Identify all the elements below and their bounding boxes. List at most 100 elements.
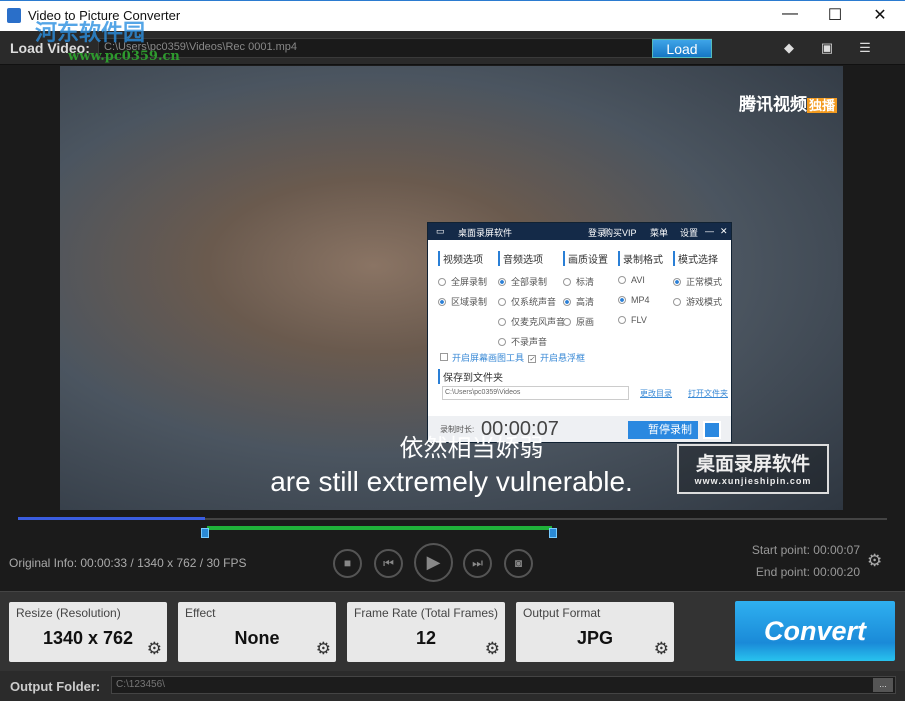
close-button[interactable]: ✕ [860, 5, 900, 27]
recorder-title: 桌面录屏软件 [458, 226, 512, 239]
register-icon[interactable]: ☰ [857, 40, 873, 56]
original-info: Original Info: 00:00:33 / 1340 x 762 / 3… [9, 556, 247, 570]
start-point: Start point: 00:00:07 [752, 543, 860, 557]
card-label: Resize (Resolution) [16, 606, 121, 620]
card-label: Frame Rate (Total Frames) [354, 606, 498, 620]
output-folder-input[interactable]: C:\123456\ [111, 676, 896, 694]
minimize-icon[interactable]: — [705, 226, 714, 236]
save-path-input[interactable]: C:\Users\pc0359\Videos [442, 386, 629, 400]
radio-option[interactable]: 高清 [563, 295, 608, 315]
option-label: 游戏模式 [686, 297, 722, 307]
recorder-column: 录制格式AVIMP4FLV [618, 251, 663, 335]
option-label: 区域录制 [451, 297, 487, 307]
selection-range [207, 526, 552, 530]
radio-option[interactable]: AVI [618, 275, 663, 295]
radio-icon [563, 278, 571, 286]
option-label: 原画 [576, 317, 594, 327]
recorder-column: 视频选项全屏录制区域录制 [438, 251, 487, 315]
browse-button[interactable]: ... [873, 678, 893, 692]
radio-icon [618, 316, 626, 324]
open-dir-link[interactable]: 打开文件夹 [688, 388, 728, 399]
next-button[interactable]: ⏭ [463, 549, 492, 578]
range-settings-gear-icon[interactable]: ⚙ [867, 551, 882, 571]
recorder-column: 音频选项全部录制仅系统声音仅麦克风声音不录声音 [498, 251, 565, 355]
recorder-header: ▭ 桌面录屏软件 登录 购买VIP 菜单 设置 — ✕ [428, 223, 731, 240]
radio-icon [498, 338, 506, 346]
radio-option[interactable]: 标清 [563, 275, 608, 295]
comment-icon[interactable]: ▣ [819, 40, 835, 56]
radio-icon [498, 278, 506, 286]
watermark-url: www.pc0359.cn [68, 49, 180, 64]
card-value: 1340 x 762 [9, 628, 167, 649]
timeline-progress [18, 517, 205, 520]
end-handle[interactable] [549, 528, 557, 538]
menu-link[interactable]: 菜单 [650, 226, 668, 239]
setting-card[interactable]: Output Format JPG⚙ [516, 602, 674, 662]
video-preview[interactable]: 腾讯视频独播 ▭ 桌面录屏软件 登录 购买VIP 菜单 设置 — ✕ 视频选项全… [60, 66, 843, 510]
radio-option[interactable]: 全屏录制 [438, 275, 487, 295]
recorder-dialog: ▭ 桌面录屏软件 登录 购买VIP 菜单 设置 — ✕ 视频选项全屏录制区域录制… [427, 222, 732, 443]
recorder-column: 模式选择正常模式游戏模式 [673, 251, 722, 315]
radio-option[interactable]: 正常模式 [673, 275, 722, 295]
load-button[interactable]: Load [652, 39, 712, 58]
column-title: 音频选项 [498, 251, 565, 266]
change-dir-link[interactable]: 更改目录 [640, 388, 672, 399]
option-label: AVI [631, 275, 645, 285]
gear-icon[interactable]: ⚙ [485, 639, 500, 659]
setting-card[interactable]: Effect None⚙ [178, 602, 336, 662]
option-label: MP4 [631, 295, 650, 305]
radio-icon [438, 298, 446, 306]
radio-icon [563, 298, 571, 306]
radio-option[interactable]: 游戏模式 [673, 295, 722, 315]
option-label: 标清 [576, 277, 594, 287]
option-label: 仅系统声音 [511, 297, 556, 307]
buy-vip-link[interactable]: 购买VIP [604, 226, 637, 239]
start-handle[interactable] [201, 528, 209, 538]
app-icon [7, 8, 21, 23]
radio-option[interactable]: 全部录制 [498, 275, 565, 295]
radio-option[interactable]: FLV [618, 315, 663, 335]
watermark-logo: 河东软件园 [35, 15, 145, 47]
maximize-button[interactable]: ☐ [815, 5, 855, 27]
float-window-checkbox[interactable]: ✓开启悬浮框 [528, 351, 585, 364]
option-label: FLV [631, 315, 647, 325]
play-button[interactable]: ▶ [414, 543, 453, 582]
gear-icon[interactable]: ⚙ [654, 639, 669, 659]
radio-option[interactable]: 仅麦克风声音 [498, 315, 565, 335]
save-folder-heading: 保存到文件夹 [438, 369, 503, 384]
radio-option[interactable]: 原画 [563, 315, 608, 335]
column-title: 画质设置 [563, 251, 608, 266]
gear-icon[interactable]: ⚙ [147, 639, 162, 659]
radio-option[interactable]: MP4 [618, 295, 663, 315]
settings-link[interactable]: 设置 [680, 226, 698, 239]
previous-button[interactable]: ⏮ [374, 549, 403, 578]
column-title: 模式选择 [673, 251, 722, 266]
tag-icon[interactable]: ◆ [781, 40, 797, 56]
drawing-tool-checkbox[interactable]: 开启屏幕画图工具 [440, 351, 524, 364]
output-folder-label: Output Folder: [10, 679, 100, 694]
radio-icon [618, 296, 626, 304]
settings-panel: Resize (Resolution) 1340 x 762⚙Effect No… [0, 591, 905, 671]
radio-icon [438, 278, 446, 286]
radio-icon [563, 318, 571, 326]
setting-card[interactable]: Frame Rate (Total Frames) 12⚙ [347, 602, 505, 662]
video-path-input[interactable]: C:\Users\pc0359\Videos\Rec 0001.mp4 [98, 38, 712, 58]
card-value: 12 [347, 628, 505, 649]
end-point: End point: 00:00:20 [756, 565, 860, 579]
option-label: 高清 [576, 297, 594, 307]
card-label: Output Format [523, 606, 600, 620]
radio-icon [673, 298, 681, 306]
tencent-video-logo: 腾讯视频独播 [739, 90, 837, 115]
stop-button[interactable]: ■ [333, 549, 362, 578]
gear-icon[interactable]: ⚙ [316, 639, 331, 659]
option-label: 不录声音 [511, 337, 547, 347]
convert-button[interactable]: Convert [735, 601, 895, 661]
minimize-button[interactable]: — [770, 5, 810, 27]
setting-card[interactable]: Resize (Resolution) 1340 x 762⚙ [9, 602, 167, 662]
monitor-icon: ▭ [436, 226, 445, 237]
radio-option[interactable]: 仅系统声音 [498, 295, 565, 315]
radio-option[interactable]: 区域录制 [438, 295, 487, 315]
card-value: None [178, 628, 336, 649]
snapshot-button[interactable]: ◙ [504, 549, 533, 578]
close-icon[interactable]: ✕ [720, 226, 728, 237]
